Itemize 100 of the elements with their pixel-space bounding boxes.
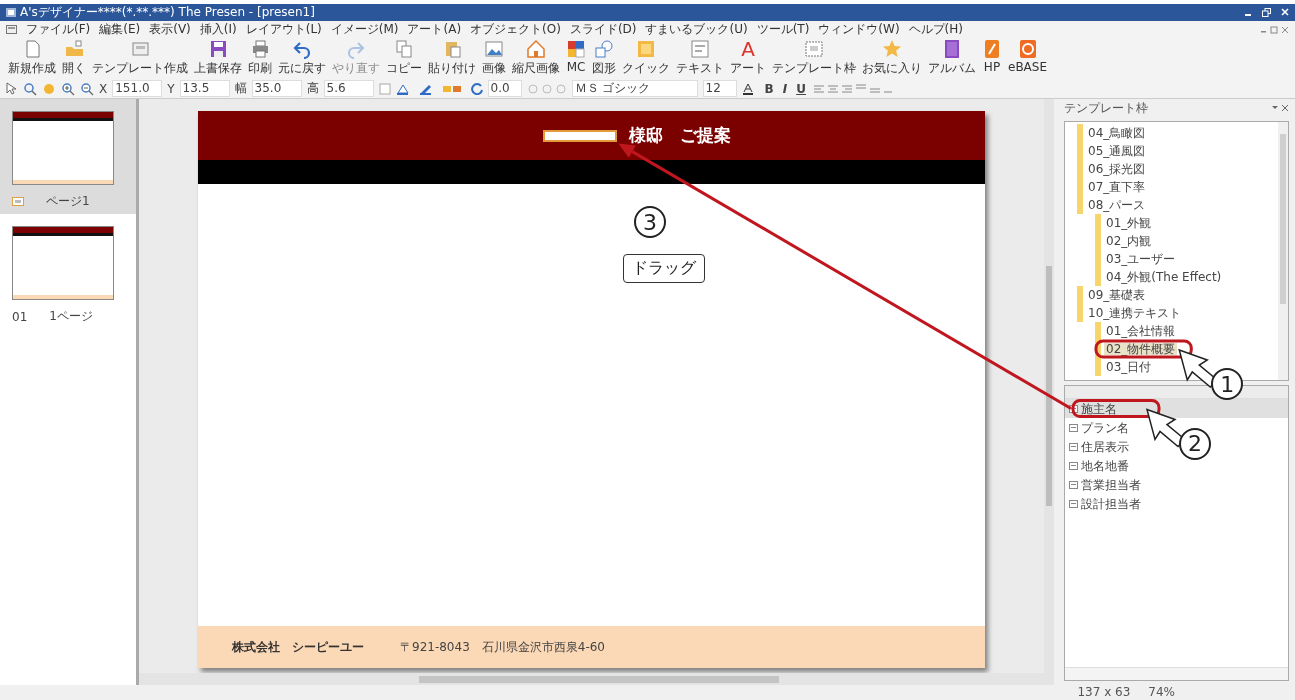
page-item[interactable]: 01 1ページ bbox=[0, 214, 136, 329]
menu-item[interactable]: スライド(D) bbox=[569, 21, 637, 38]
scrollbar[interactable] bbox=[1044, 99, 1054, 673]
menu-item[interactable]: アート(A) bbox=[407, 21, 462, 38]
field-label: 幅 bbox=[234, 80, 247, 97]
toolbar-button[interactable]: 上書保存 bbox=[192, 39, 244, 77]
menu-item[interactable]: ヘルプ(H) bbox=[908, 21, 963, 38]
tree-item[interactable]: 02_内観 bbox=[1104, 235, 1154, 247]
tree-item[interactable]: 01_外観 bbox=[1104, 217, 1154, 229]
toolbar-button[interactable]: 元に戻す bbox=[276, 39, 328, 77]
tree-item[interactable]: 07_直下率 bbox=[1086, 181, 1148, 193]
list-item[interactable]: 設計担当者 bbox=[1065, 494, 1288, 513]
style-button[interactable]: U bbox=[794, 81, 808, 96]
menu-item[interactable]: ファイル(F) bbox=[26, 21, 91, 38]
toolbar-button[interactable]: クイック bbox=[620, 39, 672, 77]
tree-item[interactable]: 04_外観(The Effect) bbox=[1104, 271, 1224, 283]
scrollbar[interactable] bbox=[1278, 122, 1288, 380]
toolbar-button[interactable]: MC bbox=[564, 39, 588, 74]
toolbar-button[interactable]: テンプレート枠 bbox=[770, 39, 858, 77]
status-text: 74% bbox=[1148, 685, 1175, 700]
page-number: 01 bbox=[12, 309, 28, 324]
page-icon bbox=[12, 197, 24, 206]
square-icon bbox=[636, 39, 656, 59]
tree-item[interactable]: 09_基礎表 bbox=[1086, 289, 1148, 301]
drag-label: ドラッグ bbox=[623, 254, 705, 283]
font-dropdown[interactable]: ＭＳ ゴシック bbox=[571, 80, 698, 97]
toolbar-button[interactable]: HP bbox=[980, 39, 1004, 74]
tree-item[interactable]: 03_ユーザー bbox=[1104, 253, 1178, 265]
letter-icon: A bbox=[741, 39, 755, 59]
toolbar-button[interactable]: テンプレート作成 bbox=[90, 39, 190, 77]
close-icon[interactable] bbox=[1281, 8, 1289, 16]
company-name: 株式会社 シーピーユー bbox=[232, 638, 364, 656]
toolbar-button[interactable]: コピー bbox=[384, 39, 424, 77]
input-field[interactable]: 5.6 bbox=[323, 80, 374, 97]
text-frame[interactable] bbox=[542, 129, 617, 142]
toolbar-button[interactable]: 縮尺画像 bbox=[510, 39, 562, 77]
toolbar-button[interactable]: 開く bbox=[60, 39, 88, 77]
field-icon bbox=[1069, 404, 1078, 413]
toolbar-button[interactable]: eBASE bbox=[1006, 39, 1050, 74]
input-field[interactable]: 151.0 bbox=[112, 80, 163, 97]
toolbar-button[interactable]: 印刷 bbox=[246, 39, 274, 77]
app-icon bbox=[6, 8, 16, 17]
tree-item[interactable]: 10_連携テキスト bbox=[1086, 307, 1184, 319]
input-field[interactable]: 13.5 bbox=[179, 80, 230, 97]
tree-item[interactable]: 06_採光図 bbox=[1086, 163, 1148, 175]
style-button[interactable]: I bbox=[780, 81, 790, 96]
undo-icon bbox=[292, 39, 312, 59]
page-item[interactable]: ページ1 bbox=[0, 99, 136, 214]
restore-icon[interactable] bbox=[1262, 8, 1271, 17]
toolbar-button[interactable]: 図形 bbox=[590, 39, 618, 77]
slide-title: 様邸 ご提案 bbox=[628, 124, 731, 147]
page-label: ページ1 bbox=[46, 193, 90, 210]
panel-title: テンプレート枠 bbox=[1064, 99, 1149, 117]
window-controls-icon[interactable] bbox=[1261, 25, 1289, 34]
tree-item[interactable]: 02_物件概要 bbox=[1104, 343, 1178, 355]
field-label: Y bbox=[167, 81, 175, 96]
search-icon[interactable] bbox=[23, 81, 37, 96]
tree-item[interactable]: 01_会社情報 bbox=[1104, 325, 1178, 337]
menu-item[interactable]: 編集(E) bbox=[99, 21, 141, 38]
toolbar-button[interactable]: 画像 bbox=[480, 39, 508, 77]
field-icon bbox=[1069, 499, 1078, 508]
zoom-in-icon[interactable] bbox=[61, 81, 75, 96]
star-icon bbox=[882, 39, 902, 59]
field-icon bbox=[1069, 423, 1078, 432]
toolbar-button[interactable]: A アート bbox=[728, 39, 768, 77]
input-field[interactable]: 0.0 bbox=[487, 80, 522, 97]
toolbar-button[interactable]: お気に入り bbox=[860, 39, 924, 77]
checkbox-icon[interactable] bbox=[378, 82, 391, 95]
tree-item[interactable]: 04_鳥瞰図 bbox=[1086, 127, 1148, 139]
status-text: 137 x 63 bbox=[1077, 685, 1131, 700]
pointer-icon[interactable] bbox=[4, 81, 18, 96]
style-button[interactable]: B bbox=[762, 81, 776, 96]
redo-icon bbox=[346, 39, 366, 59]
scrollbar[interactable] bbox=[139, 673, 1054, 685]
scrollbar[interactable] bbox=[1065, 667, 1288, 680]
rotate-icon[interactable] bbox=[470, 82, 483, 95]
menu-item[interactable]: 挿入(I) bbox=[199, 21, 237, 38]
menu-item[interactable]: ツール(T) bbox=[756, 21, 810, 38]
tree-item[interactable]: 03_日付 bbox=[1104, 361, 1154, 373]
toolbar-button[interactable]: 貼り付け bbox=[426, 39, 478, 77]
input-field[interactable]: 35.0 bbox=[251, 80, 302, 97]
toolbar-button[interactable]: テキスト bbox=[674, 39, 726, 77]
tree-item[interactable]: 05_通風図 bbox=[1086, 145, 1148, 157]
window-title: A'sデザイナー****(*.**.***) The Presen - [presen1] bbox=[20, 4, 316, 21]
tree-item[interactable]: 08_パース bbox=[1086, 199, 1148, 211]
list-item[interactable]: 営業担当者 bbox=[1065, 475, 1288, 494]
size-dropdown[interactable]: 12 bbox=[702, 80, 737, 97]
field-icon bbox=[1069, 442, 1078, 451]
toolbar-button[interactable]: アルバム bbox=[926, 39, 978, 77]
album-icon bbox=[942, 39, 962, 59]
menu-item[interactable]: すまいるブック(U) bbox=[645, 21, 748, 38]
menu-item[interactable]: レイアウト(L) bbox=[245, 21, 322, 38]
menu-item[interactable]: イメージ(M) bbox=[330, 21, 399, 38]
company-address: 〒921-8043 石川県金沢市西泉4-60 bbox=[400, 638, 605, 656]
menu-item[interactable]: オブジェクト(O) bbox=[470, 21, 561, 38]
toolbar-button[interactable]: 新規作成 bbox=[6, 39, 58, 77]
menu-item[interactable]: ウィンドウ(W) bbox=[818, 21, 900, 38]
panel-controls-icon[interactable] bbox=[1271, 104, 1289, 112]
zoom-out-icon[interactable] bbox=[80, 81, 94, 96]
menu-item[interactable]: 表示(V) bbox=[149, 21, 191, 38]
